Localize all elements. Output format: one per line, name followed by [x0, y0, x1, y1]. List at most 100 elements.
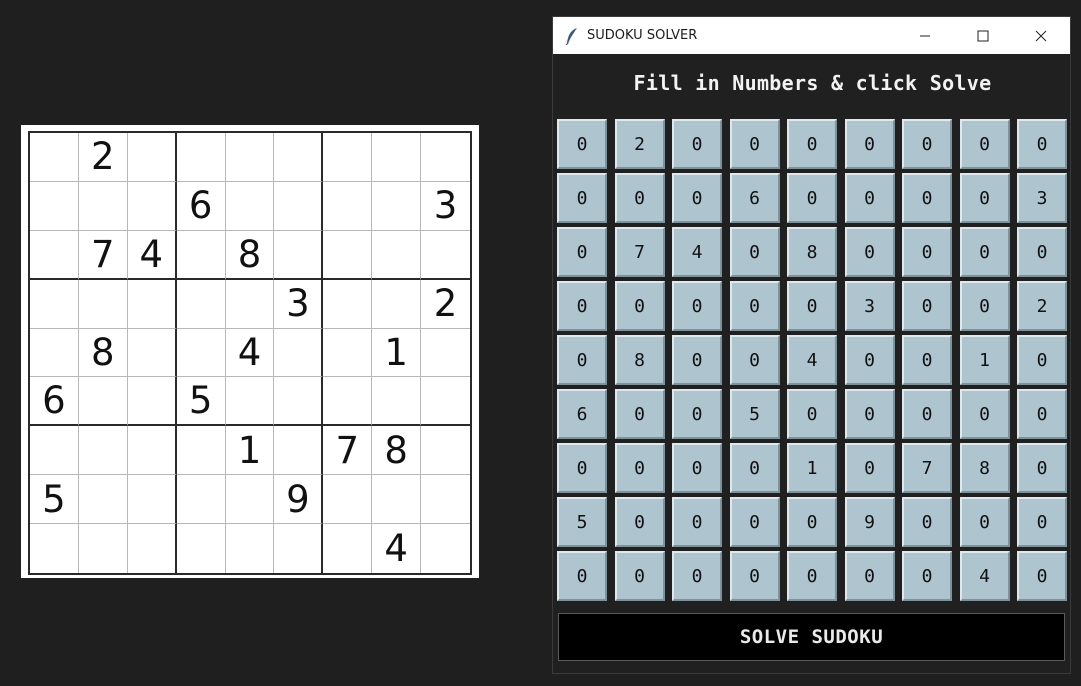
sudoku-cell-input[interactable]: [844, 335, 895, 385]
sudoku-cell-input[interactable]: [902, 551, 952, 601]
maximize-icon: [977, 30, 989, 41]
reference-cell: [372, 475, 422, 525]
sudoku-cell-input[interactable]: [902, 443, 952, 493]
sudoku-cell-input[interactable]: [729, 389, 780, 439]
sudoku-cell-input[interactable]: [1017, 281, 1067, 331]
sudoku-cell-input[interactable]: [672, 335, 722, 385]
sudoku-cell-input[interactable]: [557, 335, 607, 385]
sudoku-cell-input[interactable]: [729, 443, 780, 493]
maximize-button[interactable]: [954, 17, 1012, 54]
sudoku-cell-input[interactable]: [959, 335, 1010, 385]
close-button[interactable]: [1012, 17, 1070, 54]
reference-cell: [30, 230, 79, 280]
sudoku-cell-input[interactable]: [557, 281, 607, 331]
sudoku-cell-input[interactable]: [729, 281, 780, 331]
sudoku-cell-input[interactable]: [1017, 173, 1067, 223]
sudoku-cell-input[interactable]: [614, 119, 665, 169]
sudoku-cell-input[interactable]: [672, 497, 722, 547]
sudoku-cell-input[interactable]: [959, 389, 1010, 439]
sudoku-cell-input[interactable]: [672, 389, 722, 439]
sudoku-cell-input[interactable]: [787, 497, 837, 547]
sudoku-cell-input[interactable]: [844, 551, 895, 601]
sudoku-cell-input[interactable]: [557, 173, 607, 223]
sudoku-cell-input[interactable]: [672, 227, 722, 277]
sudoku-cell-input[interactable]: [729, 497, 780, 547]
sudoku-cell-input[interactable]: [614, 173, 665, 223]
sudoku-cell-input[interactable]: [729, 227, 780, 277]
sudoku-cell-input[interactable]: [729, 119, 780, 169]
sudoku-cell-input[interactable]: [959, 443, 1010, 493]
sudoku-cell-input[interactable]: [959, 281, 1010, 331]
reference-cell: [226, 524, 275, 573]
sudoku-cell-input[interactable]: [614, 443, 665, 493]
reference-cell: 9: [274, 475, 324, 525]
sudoku-cell-input[interactable]: [614, 227, 665, 277]
reference-cell: [128, 524, 177, 573]
reference-cell: 2: [78, 133, 128, 182]
sudoku-cell-input[interactable]: [787, 389, 837, 439]
sudoku-cell-input[interactable]: [902, 281, 952, 331]
sudoku-cell-input[interactable]: [672, 443, 722, 493]
sudoku-cell-input[interactable]: [557, 551, 607, 601]
sudoku-cell-input[interactable]: [1017, 119, 1067, 169]
sudoku-cell-input[interactable]: [902, 335, 952, 385]
sudoku-cell-input[interactable]: [787, 335, 837, 385]
title-bar[interactable]: SUDOKU SOLVER: [553, 17, 1070, 54]
sudoku-cell-input[interactable]: [787, 173, 837, 223]
sudoku-cell-input[interactable]: [1017, 443, 1067, 493]
reference-cell: [78, 475, 128, 525]
reference-cell: [274, 181, 324, 231]
sudoku-cell-input[interactable]: [614, 281, 665, 331]
sudoku-cell-input[interactable]: [787, 281, 837, 331]
sudoku-cell-input[interactable]: [844, 497, 895, 547]
sudoku-cell-input[interactable]: [729, 173, 780, 223]
sudoku-cell-input[interactable]: [959, 227, 1010, 277]
sudoku-cell-input[interactable]: [729, 551, 780, 601]
instructions-heading: Fill in Numbers & click Solve: [633, 71, 992, 95]
sudoku-cell-input[interactable]: [557, 389, 607, 439]
sudoku-cell-input[interactable]: [959, 119, 1010, 169]
sudoku-cell-input[interactable]: [1017, 227, 1067, 277]
sudoku-cell-input[interactable]: [902, 227, 952, 277]
sudoku-cell-input[interactable]: [844, 389, 895, 439]
sudoku-cell-input[interactable]: [787, 119, 837, 169]
sudoku-cell-input[interactable]: [557, 119, 607, 169]
sudoku-cell-input[interactable]: [787, 551, 837, 601]
sudoku-cell-input[interactable]: [672, 119, 722, 169]
sudoku-cell-input[interactable]: [1017, 389, 1067, 439]
sudoku-cell-input[interactable]: [557, 443, 607, 493]
reference-cell: [323, 230, 373, 280]
sudoku-cell-input[interactable]: [902, 389, 952, 439]
sudoku-cell-input[interactable]: [844, 443, 895, 493]
sudoku-cell-input[interactable]: [787, 227, 837, 277]
sudoku-cell-input[interactable]: [557, 227, 607, 277]
sudoku-cell-input[interactable]: [614, 551, 665, 601]
sudoku-cell-input[interactable]: [1017, 335, 1067, 385]
sudoku-cell-input[interactable]: [672, 173, 722, 223]
reference-cell: 4: [372, 524, 422, 573]
sudoku-cell-input[interactable]: [1017, 497, 1067, 547]
sudoku-cell-input[interactable]: [672, 551, 722, 601]
solve-sudoku-button[interactable]: SOLVE SUDOKU: [558, 613, 1065, 661]
sudoku-cell-input[interactable]: [902, 497, 952, 547]
sudoku-cell-input[interactable]: [844, 173, 895, 223]
sudoku-cell-input[interactable]: [1017, 551, 1067, 601]
sudoku-cell-input[interactable]: [959, 497, 1010, 547]
reference-cell: [274, 377, 324, 427]
sudoku-cell-input[interactable]: [729, 335, 780, 385]
sudoku-cell-input[interactable]: [844, 281, 895, 331]
minimize-button[interactable]: [896, 17, 954, 54]
sudoku-cell-input[interactable]: [844, 227, 895, 277]
sudoku-cell-input[interactable]: [844, 119, 895, 169]
sudoku-cell-input[interactable]: [902, 173, 952, 223]
sudoku-cell-input[interactable]: [614, 389, 665, 439]
sudoku-cell-input[interactable]: [557, 497, 607, 547]
sudoku-cell-input[interactable]: [787, 443, 837, 493]
reference-cell: [78, 426, 128, 476]
sudoku-cell-input[interactable]: [672, 281, 722, 331]
sudoku-cell-input[interactable]: [614, 497, 665, 547]
sudoku-cell-input[interactable]: [614, 335, 665, 385]
sudoku-cell-input[interactable]: [902, 119, 952, 169]
sudoku-cell-input[interactable]: [959, 173, 1010, 223]
sudoku-cell-input[interactable]: [959, 551, 1010, 601]
